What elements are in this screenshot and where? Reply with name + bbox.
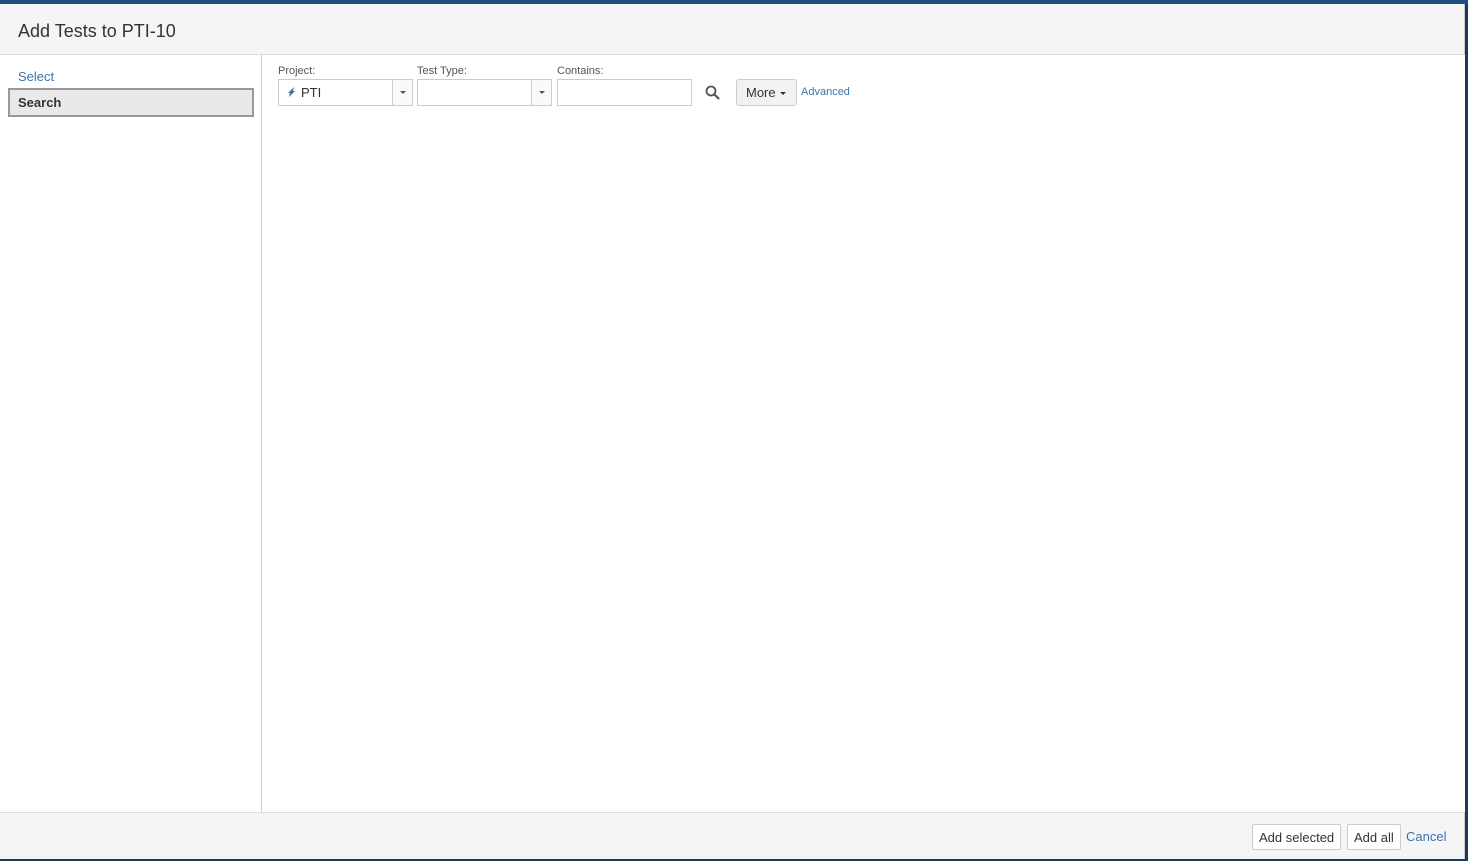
- advanced-link[interactable]: Advanced: [801, 86, 850, 98]
- more-button[interactable]: More: [736, 79, 797, 106]
- add-selected-button[interactable]: Add selected: [1252, 824, 1342, 850]
- dialog-header: Add Tests to PTI-10: [0, 4, 1464, 55]
- project-select[interactable]: PTI: [278, 79, 413, 106]
- add-all-button[interactable]: Add all: [1347, 824, 1401, 850]
- more-label: More: [746, 85, 776, 100]
- add-tests-dialog: Add Tests to PTI-10 Select Search Projec…: [0, 4, 1465, 859]
- project-value: PTI: [301, 85, 322, 100]
- cancel-link[interactable]: Cancel: [1406, 829, 1446, 844]
- contains-label: Contains:: [557, 65, 604, 77]
- caret-down-icon: [780, 92, 786, 95]
- search-panel: Project: PTI Test Type: Contains: More A…: [263, 55, 1465, 812]
- contains-input[interactable]: [557, 79, 692, 106]
- nav-item-search[interactable]: Search: [8, 88, 254, 117]
- dialog-footer: Add selected Add all Cancel: [0, 812, 1464, 859]
- search-icon[interactable]: [704, 84, 722, 102]
- test-type-label: Test Type:: [417, 65, 467, 77]
- nav-item-select[interactable]: Select: [18, 69, 54, 84]
- chevron-down-icon[interactable]: [392, 80, 412, 105]
- dialog-title: Add Tests to PTI-10: [18, 21, 176, 41]
- test-type-select[interactable]: [417, 79, 552, 106]
- chevron-down-icon[interactable]: [531, 80, 551, 105]
- side-nav: Select Search: [0, 55, 262, 812]
- project-label: Project:: [278, 65, 316, 77]
- project-icon: [288, 87, 295, 97]
